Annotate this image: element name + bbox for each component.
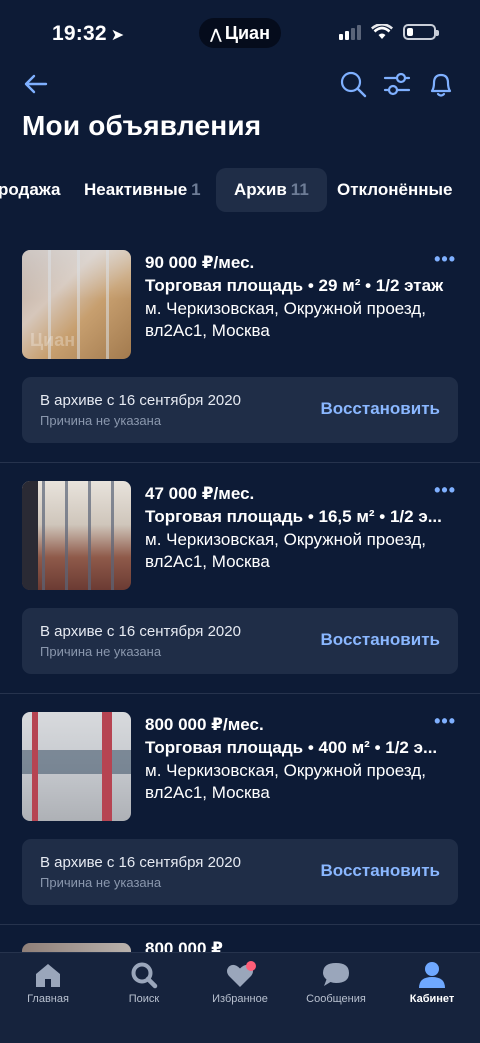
listing-address: м. Черкизовская, Окружной проезд, вл2Ас1… — [145, 761, 426, 802]
listing-price: 90 000 ₽/мес. — [145, 253, 255, 272]
archive-status-box: В архиве с 16 сентября 2020 Причина не у… — [22, 377, 458, 443]
back-button[interactable] — [20, 68, 52, 100]
tab-label: Архив — [234, 180, 287, 199]
archive-reason: Причина не указана — [40, 413, 162, 428]
listing-card[interactable]: Циан ••• 90 000 ₽/мес. Торговая площадь … — [0, 232, 480, 463]
archive-date: В архиве с 16 сентября 2020 — [40, 854, 241, 871]
archive-reason: Причина не указана — [40, 875, 162, 890]
nav-label: Сообщения — [306, 993, 366, 1005]
restore-button[interactable]: Восстановить — [321, 861, 440, 881]
status-bar: 19:32 ➤ ⋀ Циан — [0, 0, 480, 68]
photo-content — [22, 481, 131, 590]
listing-info: 47 000 ₽/мес. Торговая площадь • 16,5 м²… — [145, 483, 457, 573]
tab-label: Неактивные — [84, 180, 188, 199]
cellular-signal-icon — [339, 24, 361, 40]
listing-card[interactable]: ••• 47 000 ₽/мес. Торговая площадь • 16,… — [0, 463, 480, 694]
restore-button[interactable]: Восстановить — [321, 630, 440, 650]
listing-subtitle: Торговая площадь • 29 м² • 1/2 этаж — [145, 276, 444, 295]
bottom-navigation: Главная Поиск Избранное Сообщения Кабине… — [0, 952, 480, 1043]
listing-subtitle: Торговая площадь • 400 м² • 1/2 э... — [145, 738, 438, 757]
back-arrow-icon — [24, 74, 48, 94]
filter-icon — [383, 72, 411, 96]
listing-card[interactable]: ••• 800 000 ₽/мес. Торговая площадь • 40… — [0, 694, 480, 925]
bell-icon — [430, 73, 452, 97]
nav-label: Главная — [27, 993, 69, 1005]
tab-bar: родажа Неактивные 1 Архив 11 Отклонённые — [0, 168, 480, 212]
listing-photo[interactable]: Циан — [22, 250, 131, 359]
listing-price: 800 000 ₽/мес. — [145, 715, 264, 734]
page-title: Мои объявления — [22, 110, 262, 141]
listing-address: м. Черкизовская, Окружной проезд, вл2Ас1… — [145, 299, 426, 340]
nav-label: Поиск — [128, 993, 160, 1005]
cian-watermark: Циан — [30, 330, 76, 350]
cian-logo-icon: ⋀ — [210, 26, 222, 42]
nav-label: Избранное — [212, 993, 268, 1005]
archive-date: В архиве с 16 сентября 2020 — [40, 623, 241, 640]
nav-home[interactable]: Главная — [0, 959, 96, 1005]
listing-info: 90 000 ₽/мес. Торговая площадь • 29 м² •… — [145, 252, 457, 342]
listing-photo[interactable] — [22, 712, 131, 821]
tab-archive[interactable]: Архив 11 — [216, 168, 327, 212]
app-pill-label: Циан — [224, 23, 270, 43]
nav-favorites[interactable]: Избранное — [192, 959, 288, 1005]
profile-icon — [419, 962, 445, 988]
listing-info: 800 000 ₽/мес. Торговая площадь • 400 м²… — [145, 714, 457, 804]
status-time: 19:32 ➤ — [52, 22, 124, 46]
listing-price: 47 000 ₽/мес. — [145, 484, 255, 503]
nav-cabinet[interactable]: Кабинет — [384, 959, 480, 1005]
location-arrow-icon: ➤ — [110, 27, 125, 44]
tab-count: 1 — [191, 180, 201, 199]
filter-button[interactable] — [382, 68, 412, 100]
photo-content — [22, 712, 131, 821]
tab-label: Отклонённые — [337, 180, 453, 199]
listing-subtitle: Торговая площадь • 16,5 м² • 1/2 э... — [145, 507, 442, 526]
status-time-text: 19:32 — [52, 22, 107, 45]
tab-inactive[interactable]: Неактивные 1 — [84, 168, 201, 212]
tab-rejected[interactable]: Отклонённые — [337, 168, 452, 212]
search-button[interactable] — [338, 68, 368, 100]
tab-label: родажа — [0, 180, 61, 199]
archive-status-box: В архиве с 16 сентября 2020 Причина не у… — [22, 608, 458, 674]
tab-sale[interactable]: родажа — [0, 168, 61, 212]
chat-bubble-icon — [323, 963, 349, 986]
nav-messages[interactable]: Сообщения — [288, 959, 384, 1005]
tab-count: 11 — [290, 180, 309, 199]
app-pill[interactable]: ⋀ Циан — [199, 18, 281, 48]
search-icon — [340, 71, 367, 98]
listing-address: м. Черкизовская, Окружной проезд, вл2Ас1… — [145, 530, 426, 571]
notification-badge — [246, 961, 256, 971]
archive-reason: Причина не указана — [40, 644, 162, 659]
wifi-icon — [371, 24, 393, 39]
battery-level — [407, 28, 414, 36]
battery-icon — [403, 24, 439, 40]
nav-search[interactable]: Поиск — [96, 959, 192, 1005]
header-actions — [338, 68, 456, 100]
listing-photo[interactable] — [22, 481, 131, 590]
home-icon — [36, 964, 60, 987]
notifications-button[interactable] — [426, 68, 456, 100]
restore-button[interactable]: Восстановить — [321, 399, 440, 419]
search-icon — [131, 962, 158, 989]
archive-date: В архиве с 16 сентября 2020 — [40, 392, 241, 409]
status-indicators — [339, 24, 439, 40]
nav-label: Кабинет — [409, 993, 455, 1005]
archive-status-box: В архиве с 16 сентября 2020 Причина не у… — [22, 839, 458, 905]
